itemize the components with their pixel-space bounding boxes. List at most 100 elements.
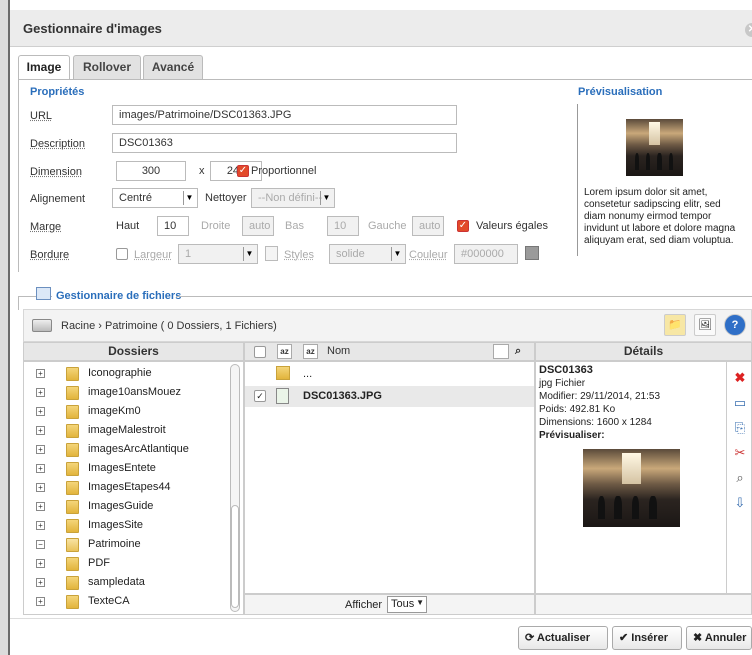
file-manager-icon	[36, 287, 51, 300]
folder-up-icon	[276, 366, 290, 380]
border-width-select[interactable]: 1 ▼	[178, 244, 258, 264]
folder-icon	[66, 443, 79, 457]
alignment-value: Centré	[119, 192, 153, 204]
folder-item[interactable]: + ImagesEntete	[24, 459, 234, 479]
refresh-button[interactable]: ⟳ Actualiser	[518, 626, 608, 650]
window-left-edge	[0, 0, 8, 655]
tab-image[interactable]: Image	[18, 55, 70, 80]
alignment-select[interactable]: Centré ▼	[112, 188, 198, 208]
proportional-label: Proportionnel	[251, 165, 317, 177]
alignment-label: Alignement	[30, 193, 86, 205]
dialog-title: Gestionnaire d'images	[23, 21, 162, 36]
folder-item[interactable]: + imagesArcAtlantique	[24, 440, 234, 460]
binoculars-icon[interactable]: ⌕	[515, 343, 521, 360]
detail-name: DSC01363	[539, 364, 593, 376]
details-panel: DSC01363 jpg Fichier Modifier: 29/11/201…	[535, 361, 752, 594]
select-all-checkbox[interactable]	[254, 346, 266, 358]
color-picker-icon[interactable]	[525, 246, 539, 260]
image-file-icon	[276, 388, 289, 404]
margin-left-input[interactable]: auto	[412, 216, 444, 236]
title-bar: Gestionnaire d'images ✕	[10, 10, 752, 47]
download-icon[interactable]: ⇩	[732, 495, 748, 511]
rename-icon[interactable]: ▭	[732, 395, 748, 411]
clear-value: --Non défini--	[258, 192, 323, 204]
proportional-checkbox[interactable]: ✓	[237, 165, 249, 177]
footer-divider	[10, 618, 752, 619]
name-column-header[interactable]: Nom	[327, 343, 350, 360]
window-left-border	[8, 0, 10, 655]
details-footer	[535, 594, 752, 615]
fieldset-line	[176, 296, 752, 297]
description-input[interactable]: DSC01363	[112, 133, 457, 153]
close-icon[interactable]: ✕	[745, 23, 752, 37]
folder-item[interactable]: + image10ansMouez	[24, 383, 234, 403]
preview-divider	[577, 104, 578, 256]
equal-values-checkbox[interactable]: ✓	[457, 220, 469, 232]
detail-preview-image	[583, 449, 680, 527]
folders-header: Dossiers	[23, 342, 244, 361]
folder-tree: + Iconographie + image10ansMouez + imageKm0…	[23, 361, 244, 615]
folder-item[interactable]: + ImagesEtapes44	[24, 478, 234, 498]
upload-icon[interactable]: 🖼	[694, 314, 716, 336]
cancel-button[interactable]: ✖ Annuler	[686, 626, 752, 650]
close-icon: ✖	[693, 632, 705, 644]
new-folder-icon[interactable]: 📁	[664, 314, 686, 336]
clear-select[interactable]: --Non défini-- ▼	[251, 188, 335, 208]
folder-icon	[66, 424, 79, 438]
folder-icon	[66, 557, 79, 571]
width-input[interactable]: 300	[116, 161, 186, 181]
scrollbar-thumb[interactable]	[231, 505, 239, 608]
show-select[interactable]: Tous ▼	[387, 596, 427, 613]
description-label: Description	[30, 138, 86, 150]
tab-advanced[interactable]: Avancé	[143, 55, 203, 79]
zoom-icon[interactable]: ⌕	[732, 470, 748, 486]
insert-button[interactable]: ✔ Insérer	[612, 626, 682, 650]
sort-desc-icon[interactable]: az	[303, 344, 318, 359]
dimension-separator: x	[199, 165, 205, 177]
folder-item-open[interactable]: − Patrimoine	[24, 535, 234, 555]
chevron-down-icon: ▼	[416, 598, 424, 607]
border-color-input[interactable]: #000000	[454, 244, 518, 264]
folder-icon	[66, 367, 79, 381]
sort-icon[interactable]: az	[277, 344, 292, 359]
refresh-icon: ⟳	[525, 632, 537, 644]
file-checkbox[interactable]: ✓	[254, 390, 266, 402]
border-checkbox[interactable]	[116, 248, 128, 260]
breadcrumb: Racine › Patrimoine ( 0 Dossiers, 1 Fich…	[61, 320, 277, 332]
file-list: ... ✓ DSC01363.JPG	[244, 361, 535, 594]
list-item-parent[interactable]: ...	[245, 364, 534, 384]
border-style-label: Styles	[284, 249, 314, 261]
clear-label: Nettoyer	[205, 192, 247, 204]
margin-top-input[interactable]: 10	[157, 216, 189, 236]
delete-icon[interactable]: ✖	[732, 370, 748, 386]
drive-icon	[32, 319, 52, 332]
help-icon[interactable]: ?	[724, 314, 746, 336]
tab-rollover[interactable]: Rollover	[73, 55, 141, 79]
detail-weight: Poids: 492.81 Ko	[539, 404, 616, 415]
folder-icon	[66, 481, 79, 495]
folder-item[interactable]: + Iconographie	[24, 364, 234, 384]
margin-bottom-input[interactable]: 10	[327, 216, 359, 236]
border-style-select[interactable]: solide ▼	[329, 244, 406, 264]
folder-scrollbar[interactable]	[230, 364, 240, 612]
margin-bottom-label: Bas	[285, 220, 304, 232]
cut-icon[interactable]: ✂	[732, 445, 748, 461]
chevron-down-icon: ▼	[243, 247, 255, 261]
folder-icon	[66, 386, 79, 400]
copy-icon[interactable]: ⎘	[732, 420, 748, 436]
folder-item[interactable]: + sampledata	[24, 573, 234, 593]
margin-left-label: Gauche	[368, 220, 407, 232]
border-style-value: solide	[336, 248, 365, 260]
list-view-icon[interactable]	[493, 344, 509, 359]
folder-item[interactable]: + ImagesGuide	[24, 497, 234, 517]
folder-item[interactable]: + imageMalestroit	[24, 421, 234, 441]
preview-lorem-text: Lorem ipsum dolor sit amet, consetetur s…	[584, 187, 736, 246]
margin-right-input[interactable]: auto	[242, 216, 274, 236]
folder-item[interactable]: + PDF	[24, 554, 234, 574]
list-item-file[interactable]: ✓ DSC01363.JPG	[245, 386, 534, 407]
folder-item[interactable]: + TexteCA	[24, 592, 234, 612]
folder-item[interactable]: + imageKm0	[24, 402, 234, 422]
folder-item[interactable]: + ImagesSite	[24, 516, 234, 536]
url-input[interactable]: images/Patrimoine/DSC01363.JPG	[112, 105, 457, 125]
folder-icon	[66, 595, 79, 609]
